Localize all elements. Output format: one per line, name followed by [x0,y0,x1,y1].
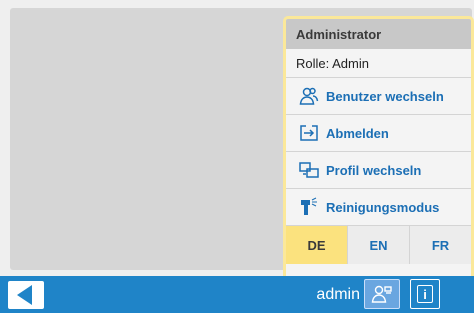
cleaning-spray-icon [298,197,320,217]
switch-user-label: Benutzer wechseln [326,88,444,104]
logout-icon [298,123,320,143]
logout-button[interactable]: Abmelden [286,115,471,152]
switch-user-button[interactable]: Benutzer wechseln [286,78,471,115]
switch-profile-label: Profil wechseln [326,162,422,178]
switch-profile-button[interactable]: Profil wechseln [286,152,471,189]
cleaning-mode-button[interactable]: Reinigungsmodus [286,189,471,226]
taskbar: admin i [0,276,474,313]
logout-label: Abmelden [326,125,389,141]
language-de-button[interactable]: DE [286,226,348,264]
info-button[interactable]: i [410,279,440,309]
language-en-button[interactable]: EN [348,226,410,264]
popup-title: Administrator [286,19,471,49]
back-button[interactable] [8,281,44,309]
users-switch-icon [298,86,320,106]
profile-switch-icon [298,160,320,180]
user-icon [371,284,393,304]
language-selector: DE EN FR [286,226,471,264]
info-icon: i [417,285,433,303]
language-fr-button[interactable]: FR [410,226,471,264]
cleaning-mode-label: Reinigungsmodus [326,199,440,215]
username-label: admin [316,286,360,303]
user-menu-popup: Administrator Rolle: Admin Benutzer wech… [283,16,474,276]
role-label: Rolle: Admin [286,49,471,78]
user-menu-button[interactable] [364,279,400,309]
back-arrow-icon [17,285,32,305]
